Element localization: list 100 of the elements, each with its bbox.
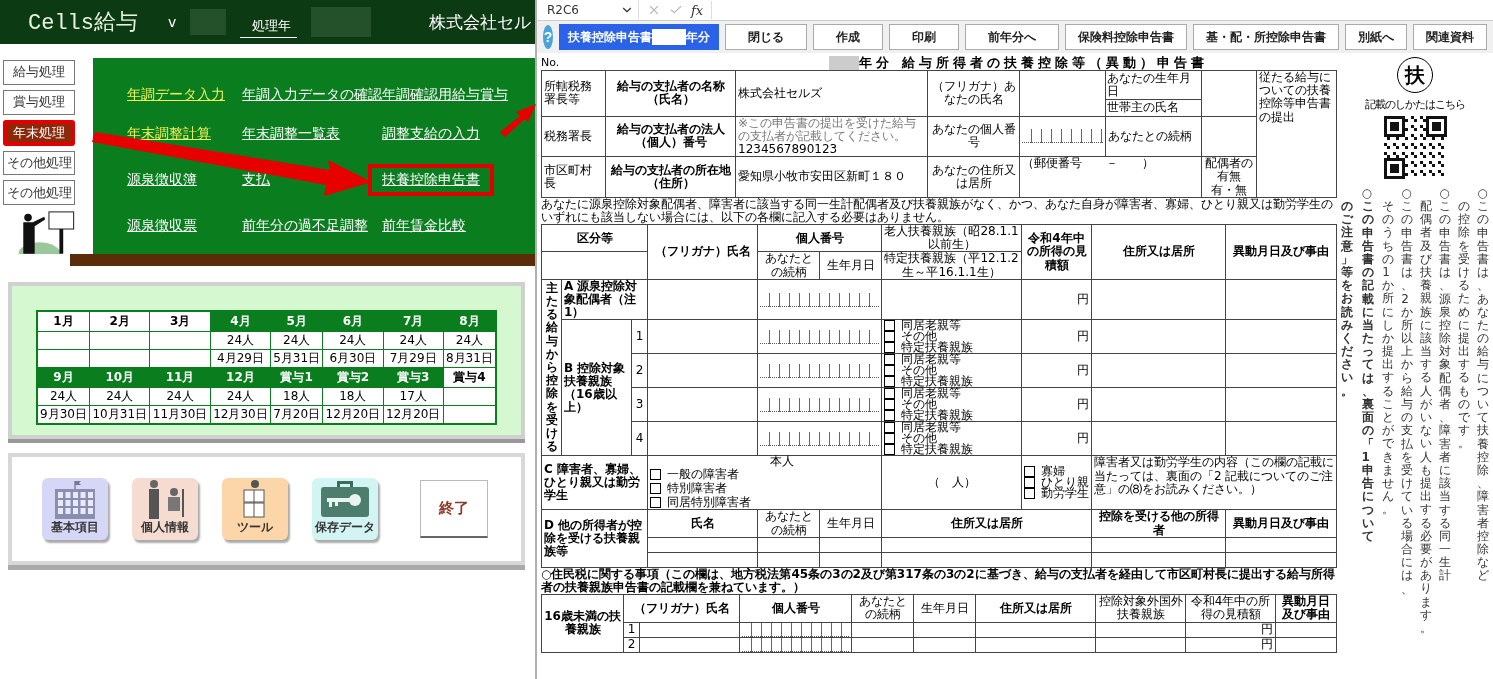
number-field[interactable]	[760, 292, 880, 307]
field-label: （フリガナ）あなたの氏名	[931, 79, 1016, 107]
checkbox[interactable]	[884, 433, 896, 445]
column-header: 生年月日	[920, 600, 969, 615]
menu-link[interactable]: 調整支給の入力	[382, 125, 480, 143]
number-field[interactable]	[760, 363, 880, 378]
number-field[interactable]	[760, 397, 880, 412]
menu-link[interactable]: 支払	[242, 171, 270, 189]
checkbox[interactable]	[650, 482, 662, 494]
date-cell: 6月30日	[329, 351, 377, 365]
column-header: 老人扶養親族（昭28.1.1以前生）	[884, 224, 1019, 252]
tool-button[interactable]: 基本項目	[42, 478, 108, 540]
column-header: 特定扶養親族（平12.1.2生～平16.1.1生）	[884, 251, 1019, 279]
checkbox[interactable]	[884, 399, 896, 411]
exit-button[interactable]: 終了	[420, 480, 488, 538]
menu-link[interactable]: 前年分の過不足調整	[242, 217, 368, 235]
count-cell: 24人	[106, 389, 134, 403]
column-header: （フリガナ）氏名	[654, 244, 751, 259]
number-field[interactable]	[760, 431, 880, 446]
date-cell: 7月20日	[273, 407, 321, 421]
field-label: あなたの個人番号	[931, 122, 1016, 150]
number-field[interactable]	[742, 622, 849, 637]
checkbox[interactable]	[884, 342, 896, 354]
toolbar-button[interactable]: 閉じる	[725, 24, 807, 50]
side-tab[interactable]: その他処理	[3, 150, 75, 176]
redacted-block	[829, 55, 860, 70]
checkbox[interactable]	[884, 331, 896, 343]
checkbox[interactable]	[884, 354, 896, 366]
guide-link[interactable]: 記載のしかたはこちら	[1365, 97, 1465, 112]
unit-label: 円	[1077, 329, 1090, 344]
column-header: （フリガナ）氏名	[633, 600, 730, 615]
note-text: 配偶者及び扶養親族に該当する人がいない人も提出する必要があります。	[1420, 200, 1433, 636]
note-text: のご注意」等をお読みください。	[1340, 200, 1355, 400]
instruction-text: 障害者又は勤労学生の内容（この欄の記載に当たっては、裏面の「2 記載についてのご注意」の⑻をお読みください。）	[1094, 455, 1335, 496]
toolbar-button[interactable]: 作成	[813, 24, 883, 50]
checkbox[interactable]	[884, 444, 896, 456]
toolbar-button[interactable]: 別紙へ	[1345, 24, 1407, 50]
menu-link[interactable]: 年末調整一覧表	[242, 125, 340, 143]
menu-link[interactable]: 前年賃金比較	[382, 217, 466, 235]
name-box[interactable]: R2C6	[543, 1, 639, 19]
date-cell: 12月20日	[325, 407, 381, 421]
toolbar-button[interactable]: 印刷	[889, 24, 959, 50]
menu-link[interactable]: 年調データ入力	[127, 86, 225, 104]
month-header: 6月	[322, 311, 383, 332]
option-label: 一般の障害者	[667, 467, 741, 481]
toolbar-button[interactable]: 基・配・所控除申告書	[1193, 24, 1339, 50]
date-cell: 9月30日	[40, 407, 87, 421]
menu-link[interactable]: 源泉徴収簿	[127, 171, 197, 189]
checkbox[interactable]	[650, 496, 662, 508]
number-label: No.	[541, 56, 560, 69]
number-field[interactable]	[1022, 129, 1103, 144]
toolbar-button[interactable]: 関連資料	[1413, 24, 1487, 50]
field-label: 給与の支払者の所在地（住所）	[610, 162, 731, 190]
side-tab[interactable]: 賞与処理	[3, 89, 75, 115]
notice-text: あなたに源泉控除対象配偶者、障害者に該当する同一生計配偶者及び扶養親族がなく、かつ、あなた自身が障害者、寡婦、ひとり親又は勤労学生のいずれにも該当しない場合には、以下の各欄に記入する必要はありません。	[541, 197, 1334, 225]
checkbox[interactable]	[884, 422, 896, 434]
side-tab[interactable]: 給与処理	[3, 60, 75, 85]
count-cell: 24人	[49, 389, 78, 403]
month-header: 4月	[210, 311, 271, 332]
checkbox[interactable]	[884, 376, 896, 388]
checkbox[interactable]	[1024, 477, 1036, 489]
form-year-button[interactable]: 扶養控除申告書 年分	[559, 24, 719, 50]
app-logo: Cells給与	[28, 10, 138, 37]
column-header: 区分等	[576, 230, 613, 245]
menu-link[interactable]: 年調入力データの確認	[242, 86, 382, 104]
checkbox[interactable]	[650, 468, 662, 480]
toolbar-button[interactable]: 保険料控除申告書	[1065, 24, 1187, 50]
month-header: 8月	[443, 311, 496, 332]
checkbox[interactable]	[884, 320, 896, 332]
side-tab[interactable]: その他処理	[3, 180, 75, 206]
checkbox[interactable]	[884, 388, 896, 400]
column-header: あなたとの続柄	[764, 509, 813, 537]
checkbox[interactable]	[884, 410, 896, 422]
count-cell: 17人	[399, 389, 427, 403]
field-label: 世帯主の氏名	[1106, 100, 1180, 116]
date-cell: 7月29日	[389, 351, 437, 365]
toolbar-button[interactable]: 前年分へ	[965, 24, 1059, 50]
row-number: 2	[635, 363, 644, 378]
checkbox[interactable]	[1024, 466, 1036, 478]
function-label[interactable]: fx	[691, 2, 704, 18]
side-tab[interactable]: 年末処理	[3, 119, 75, 146]
menu-link[interactable]: 扶養控除申告書	[368, 164, 494, 196]
checkbox[interactable]	[884, 365, 896, 377]
count-cell: 24人	[166, 389, 194, 403]
count-cell: 24人	[226, 389, 255, 403]
column-header: 住所又は居所	[999, 600, 1072, 615]
date-cell: 10月31日	[92, 407, 148, 421]
date-cell: 8月31日	[445, 351, 493, 365]
menu-link[interactable]: 源泉徴収票	[127, 217, 197, 235]
check-icon[interactable]	[669, 3, 683, 17]
number-field[interactable]	[760, 329, 880, 344]
row-label: B 控除対象扶養親族（16歳以上）	[564, 360, 626, 415]
checkbox[interactable]	[1024, 488, 1036, 500]
tool-button[interactable]: 個人情報	[132, 478, 198, 540]
number-field[interactable]	[742, 637, 849, 652]
menu-link[interactable]: 年調確認用給与賞与	[382, 86, 508, 104]
column-header: 控除を受ける他の所得者	[1098, 509, 1219, 537]
menu-link[interactable]: 年末調整計算	[127, 125, 211, 143]
tool-button[interactable]: ツール	[222, 478, 288, 540]
tool-button[interactable]: 保存データ	[312, 478, 378, 540]
